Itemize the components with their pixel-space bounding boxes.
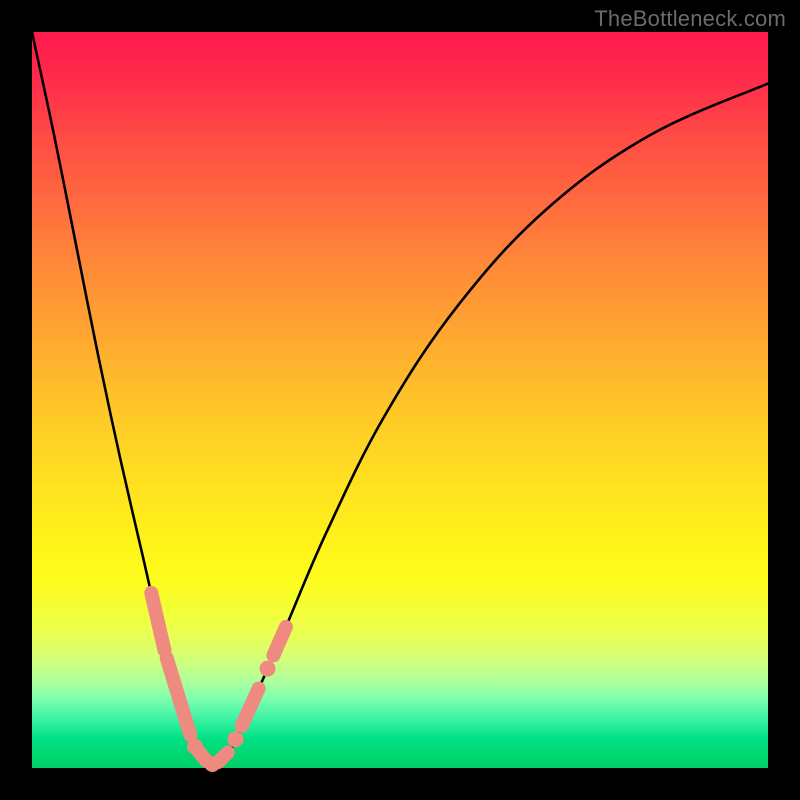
curve-layer [32,32,768,768]
plot-area [32,32,768,768]
curve-bead [228,731,244,747]
curve-bead [273,627,286,655]
curve-bead [199,752,206,761]
curve-markers [151,593,286,772]
watermark-text: TheBottleneck.com [594,6,786,32]
curve-bead [218,753,228,763]
curve-bead [260,661,276,677]
curve-bead [151,593,164,650]
curve-bead [242,689,259,726]
bottleneck-curve [32,32,768,768]
curve-bead [167,658,191,735]
chart-frame: TheBottleneck.com [0,0,800,800]
